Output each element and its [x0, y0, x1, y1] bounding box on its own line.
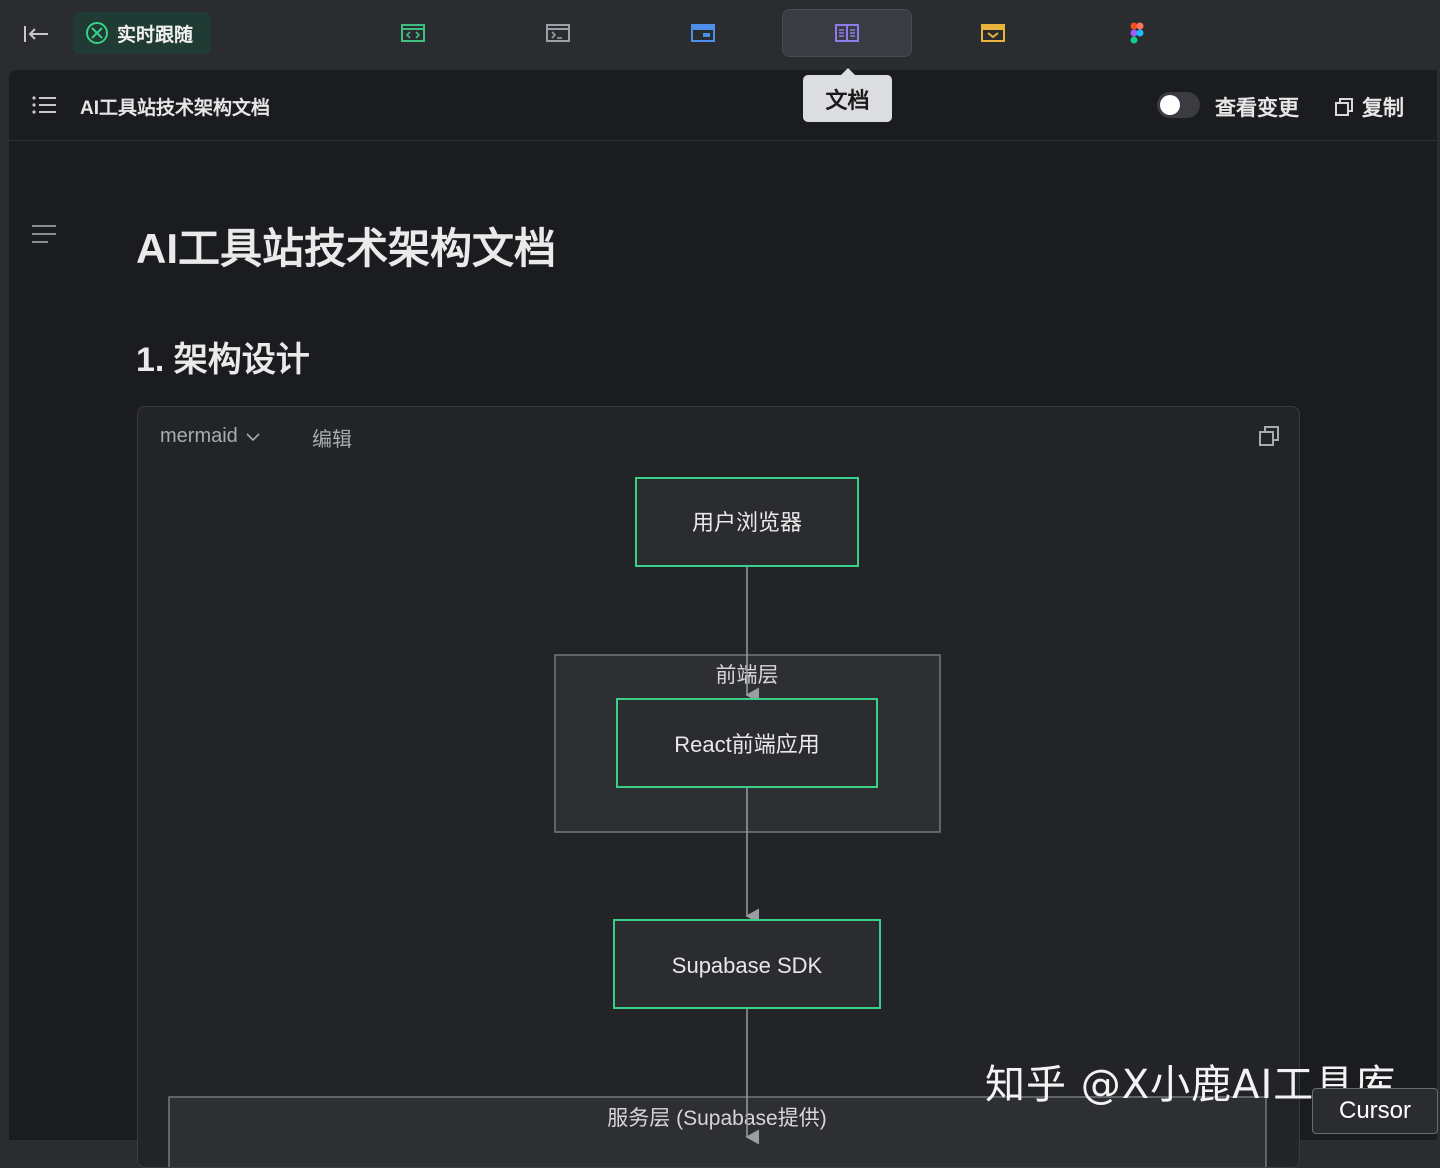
document-header-title: AI工具站技术架构文档 — [80, 98, 271, 119]
live-follow-label: 实时跟随 — [117, 24, 194, 46]
document-title: AI工具站技术架构文档 — [136, 225, 557, 272]
collapse-sidebar-icon[interactable] — [18, 18, 54, 50]
node-supabase-sdk-label: Supabase SDK — [672, 953, 823, 978]
document-panel: AI工具站技术架构文档 查看变更 复制 AI工具站技术架构文档 1. 架构设计 … — [9, 70, 1437, 1168]
live-follow-icon — [86, 22, 108, 44]
tab-mail[interactable] — [928, 9, 1058, 57]
live-follow-button[interactable]: 实时跟随 — [73, 12, 211, 54]
toggle-knob — [1160, 95, 1180, 115]
view-changes-label[interactable]: 查看变更 — [1215, 92, 1299, 122]
node-react-app-label: React前端应用 — [674, 732, 819, 757]
subgraph-service-label: 服务层 (Supabase提供) — [607, 1107, 826, 1130]
node-browser-label: 用户浏览器 — [692, 510, 802, 535]
terminal-icon — [546, 24, 570, 42]
document-header: AI工具站技术架构文档 查看变更 复制 — [9, 70, 1437, 141]
tab-figma[interactable] — [1072, 9, 1202, 57]
copy-label: 复制 — [1362, 97, 1404, 120]
browser-window-icon — [691, 24, 715, 42]
top-toolbar: 实时跟随 — [0, 0, 1440, 68]
view-changes-toggle[interactable] — [1157, 92, 1200, 118]
code-window-icon — [401, 24, 425, 42]
figma-icon — [1130, 22, 1144, 44]
list-icon[interactable] — [31, 94, 57, 116]
document-icon — [835, 24, 859, 42]
outline-icon[interactable] — [31, 224, 57, 244]
copy-icon — [1335, 98, 1353, 116]
tab-document[interactable] — [782, 9, 912, 57]
tab-browser[interactable] — [638, 9, 768, 57]
tab-code[interactable] — [348, 9, 478, 57]
mail-tray-icon — [981, 24, 1005, 42]
tab-tooltip: 文档 — [803, 68, 892, 122]
tab-terminal[interactable] — [493, 9, 623, 57]
section-heading-architecture: 1. 架构设计 — [136, 341, 310, 379]
copy-button[interactable]: 复制 — [1334, 92, 1404, 122]
cursor-tag: Cursor — [1312, 1088, 1438, 1134]
